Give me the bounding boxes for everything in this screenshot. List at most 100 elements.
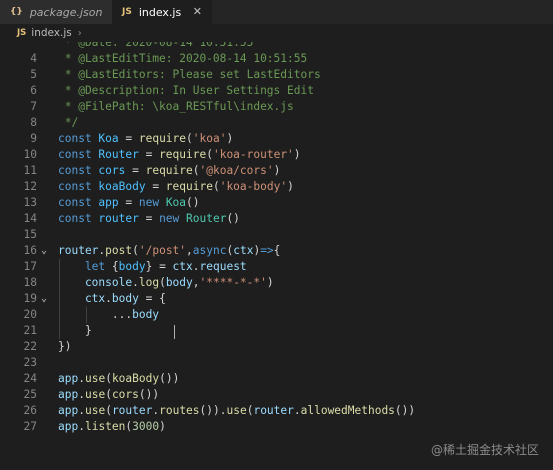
code-text: ctx.body = { <box>58 291 166 307</box>
code-token: , <box>192 276 200 289</box>
line-number: 27 <box>23 420 37 433</box>
code-token: . <box>78 404 85 417</box>
code-token: 3000 <box>132 420 160 433</box>
code-line[interactable]: 6 * @Description: In User Settings Edit <box>0 83 553 99</box>
code-token: ... <box>58 308 133 321</box>
fold-chevron-icon[interactable]: ⌄ <box>41 243 47 259</box>
code-line[interactable]: 20 ...body <box>0 307 553 323</box>
line-number: 10 <box>23 148 37 161</box>
code-line[interactable]: 15 <box>0 227 553 243</box>
tab-label: index.js <box>138 5 182 19</box>
code-token: router <box>58 244 99 257</box>
line-number: 8 <box>30 116 37 129</box>
line-number: 23 <box>23 356 37 369</box>
line-number: 26 <box>23 404 37 417</box>
code-line[interactable]: 14 const router = new Router() <box>0 211 553 227</box>
code-token: ) <box>287 180 294 193</box>
code-text: const app = new Koa() <box>58 195 200 211</box>
code-text: const Router = require('koa-router') <box>58 147 301 163</box>
js-file-icon: JS <box>17 28 27 38</box>
code-token: ) <box>266 276 274 289</box>
code-token: ) <box>273 164 281 177</box>
code-text: app.listen(3000) <box>58 419 166 435</box>
code-token: allowedMethods <box>300 404 395 417</box>
code-token: ( <box>159 276 166 289</box>
code-token: require <box>165 180 213 193</box>
code-token: ( <box>105 372 112 385</box>
code-text: const cors = require('@koa/cors') <box>58 163 280 179</box>
code-line[interactable]: 4 * @LastEditTime: 2020-08-14 10:51:55 <box>0 51 553 67</box>
code-token: . <box>132 276 139 289</box>
line-number: 14 <box>23 212 37 225</box>
code-line[interactable]: 9 const Koa = require('koa') <box>0 131 553 147</box>
code-token: '@koa/cors' <box>199 164 274 177</box>
code-token: app <box>98 196 119 209</box>
code-text: ...body <box>58 307 159 323</box>
line-number: 11 <box>23 164 37 177</box>
code-token: async <box>192 244 227 257</box>
breadcrumb-item-index-js[interactable]: index.js <box>31 27 71 39</box>
breadcrumb: JS index.js › <box>0 24 553 42</box>
code-token: routes <box>159 404 200 417</box>
code-text: console.log(body,'****-*-*') <box>58 275 274 291</box>
code-line[interactable]: 23 <box>0 355 553 371</box>
fold-chevron-icon[interactable]: ⌄ <box>41 291 47 307</box>
code-text: * @Description: In User Settings Edit <box>58 83 314 99</box>
line-number: 22 <box>23 340 37 353</box>
code-line[interactable]: 27 app.listen(3000) <box>0 419 553 435</box>
code-line[interactable]: 7 * @FilePath: \koa_RESTful\index.js <box>0 99 553 115</box>
code-token: * @Description: In User Settings Edit <box>58 84 314 97</box>
code-token: console <box>58 276 133 289</box>
code-token: use <box>84 404 106 417</box>
code-token: . <box>293 404 301 417</box>
code-token: const <box>58 196 99 209</box>
code-line[interactable]: 5 * @LastEditors: Please set LastEditors <box>0 67 553 83</box>
code-token: cors <box>98 164 126 177</box>
code-line[interactable]: 19 ⌄ ctx.body = { <box>0 291 553 307</box>
code-token: = <box>125 164 146 177</box>
tab-package-json[interactable]: {} package.json <box>0 0 112 24</box>
code-line[interactable]: 16 ⌄ router.post('/post',async(ctx)=>{ <box>0 243 553 259</box>
code-token: const <box>58 148 99 161</box>
code-text: * @Date: 2020-08-14 10:51:55 <box>58 42 254 51</box>
code-token: router <box>111 404 153 417</box>
code-token: Router <box>98 148 139 161</box>
code-token: ( <box>105 388 112 401</box>
code-line[interactable]: 24 app.use(koaBody()) <box>0 371 553 387</box>
code-token: let <box>58 260 112 273</box>
code-token: require <box>138 132 187 145</box>
code-line[interactable]: * @Date: 2020-08-14 10:51:55 <box>0 42 553 51</box>
code-token: . <box>192 260 200 273</box>
code-line[interactable]: 26 app.use(router.routes()).use(router.al… <box>0 403 553 419</box>
text-cursor <box>174 325 175 339</box>
code-token: koaBody <box>111 372 160 385</box>
close-icon[interactable]: ✕ <box>193 5 202 18</box>
code-line[interactable]: 21 } <box>0 323 553 339</box>
code-token: ctx <box>172 260 193 273</box>
line-number: 24 <box>23 372 37 385</box>
code-token: ) <box>159 420 166 433</box>
code-text: app.use(router.routes()).use(router.allo… <box>58 403 415 419</box>
code-token: * @Date: 2020-08-14 10:51:55 <box>58 42 254 49</box>
code-line[interactable]: 22}) <box>0 339 553 355</box>
code-line[interactable]: 18 console.log(body,'****-*-*') <box>0 275 553 291</box>
code-line[interactable]: 17 let {body} = ctx.request <box>0 259 553 275</box>
code-token: ( <box>186 132 193 145</box>
tab-index-js[interactable]: JS index.js ✕ <box>112 0 212 24</box>
code-token: = <box>118 196 139 209</box>
code-token: app <box>58 372 79 385</box>
line-number: 18 <box>23 276 37 289</box>
code-token: new <box>159 212 187 225</box>
code-token: = <box>145 180 166 193</box>
code-line[interactable]: 11 const cors = require('@koa/cors') <box>0 163 553 179</box>
code-editor[interactable]: * @Date: 2020-08-14 10:51:55 4 * @LastEdi… <box>0 42 553 470</box>
code-line[interactable]: 25 app.use(cors()) <box>0 387 553 403</box>
code-token: body <box>132 308 160 321</box>
code-line[interactable]: 8 */ <box>0 115 553 131</box>
code-line[interactable]: 12 const koaBody = require('koa-body') <box>0 179 553 195</box>
code-token: require <box>159 148 207 161</box>
code-token: * @LastEditors: Please set LastEditors <box>58 68 321 81</box>
code-line[interactable]: 13 const app = new Koa() <box>0 195 553 211</box>
code-line[interactable]: 10 const Router = require('koa-router') <box>0 147 553 163</box>
code-token: body <box>118 260 146 273</box>
